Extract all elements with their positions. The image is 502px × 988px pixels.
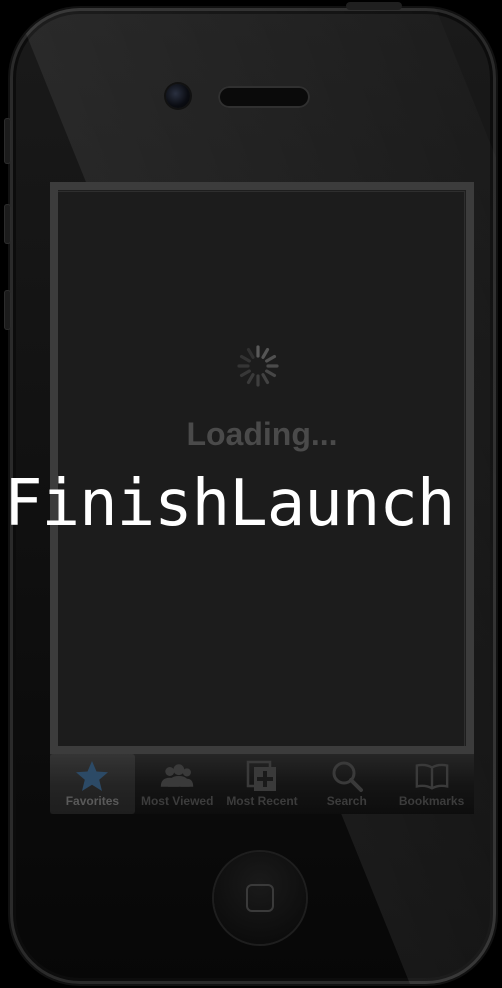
star-icon [76, 761, 109, 791]
overlay-text: FinishLaunch [4, 467, 455, 541]
loading-label: Loading... [186, 416, 338, 452]
tab-label: Most Recent [226, 794, 298, 808]
volume-up-button[interactable] [4, 204, 11, 244]
recent-icon [246, 760, 276, 791]
earpiece-speaker [218, 86, 310, 108]
tab-most-recent[interactable]: Most Recent [220, 754, 305, 814]
power-button[interactable] [346, 2, 402, 10]
tab-label: Favorites [65, 794, 120, 808]
tab-favorites[interactable]: Favorites [50, 754, 135, 814]
book-icon [415, 763, 448, 790]
front-camera [166, 84, 190, 108]
tab-bar: Favorites Most Viewed Most Recent Search… [50, 754, 474, 814]
tab-label: Most Viewed [140, 794, 214, 808]
tab-label: Bookmarks [398, 794, 465, 808]
mute-switch[interactable] [4, 118, 11, 164]
volume-down-button[interactable] [4, 290, 11, 330]
loading-spinner-icon [237, 345, 279, 387]
search-icon [332, 761, 363, 792]
tab-label: Search [326, 794, 367, 808]
tab-bookmarks[interactable]: Bookmarks [389, 754, 474, 814]
tab-search[interactable]: Search [304, 754, 389, 814]
home-square-icon [246, 884, 274, 912]
tab-most-viewed[interactable]: Most Viewed [135, 754, 220, 814]
home-button[interactable] [214, 852, 306, 944]
people-icon [160, 764, 194, 787]
